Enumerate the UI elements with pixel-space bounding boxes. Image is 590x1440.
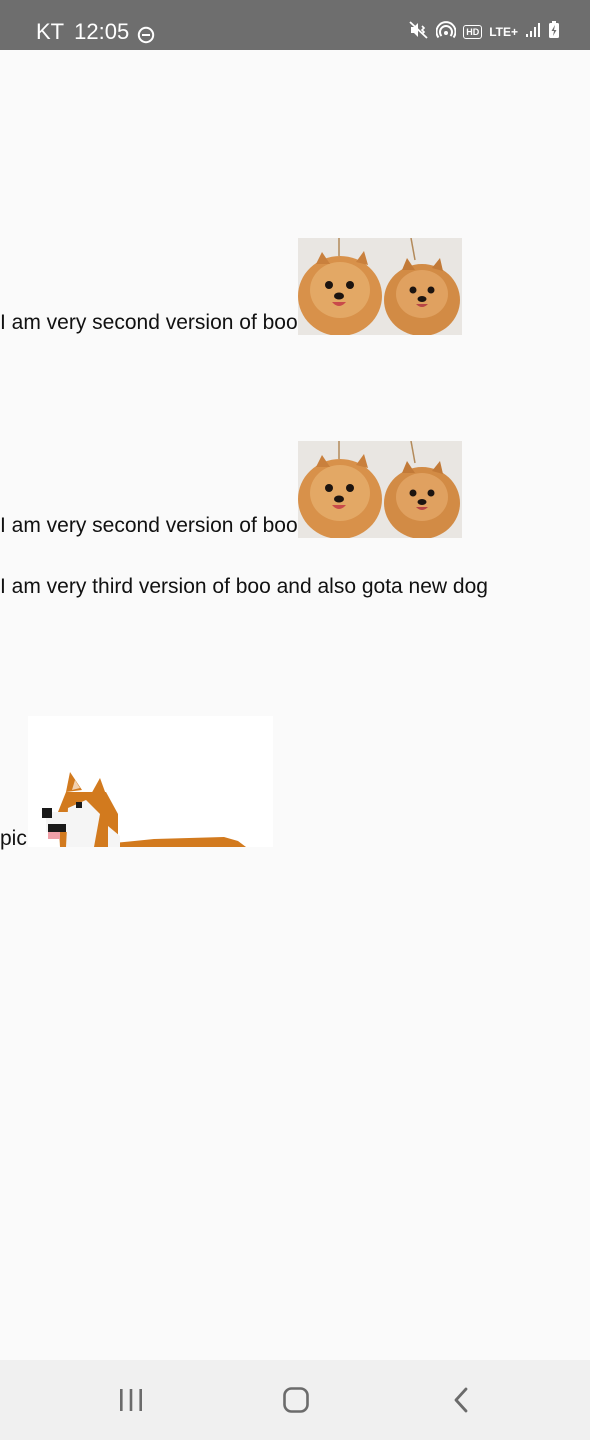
do-not-disturb-icon [137,23,155,44]
signal-icon [525,22,541,43]
list-item: pic [0,716,273,850]
navigation-bar [0,1360,590,1440]
row-text: I am very second version of boo [0,311,298,334]
home-icon [283,1387,309,1413]
status-icons: HD LTE+ [409,18,560,46]
list-item: I am very second version of boo [0,441,462,538]
back-icon [454,1387,468,1413]
pixel-corgi-image [27,716,273,847]
recents-icon [120,1389,142,1411]
list-item: I am very second version of boo [0,238,462,335]
hotspot-icon [435,20,457,44]
row-text: I am very second version of boo [0,514,298,537]
status-bar: KT 12:05 HD LTE+ [0,0,590,50]
two-pomeranians-photo [297,441,462,538]
hd-voice-icon: HD [463,25,483,39]
battery-charging-icon [548,20,560,44]
clock: 12:05 [74,19,130,44]
home-button[interactable] [276,1380,316,1420]
row-text: I am very third version of boo and also … [0,575,488,598]
lte-plus-icon: LTE+ [489,25,518,39]
mute-vibrate-icon [409,20,429,44]
status-left: KT 12:05 [36,18,155,46]
row-text: pic [0,827,27,850]
recents-button[interactable] [111,1380,151,1420]
list-item: I am very third version of boo and also … [0,575,488,599]
main-content: I am very second version of boo I am ver… [0,50,590,1360]
carrier-label: KT [36,19,65,44]
back-button[interactable] [441,1380,481,1420]
two-pomeranians-photo [297,238,462,335]
